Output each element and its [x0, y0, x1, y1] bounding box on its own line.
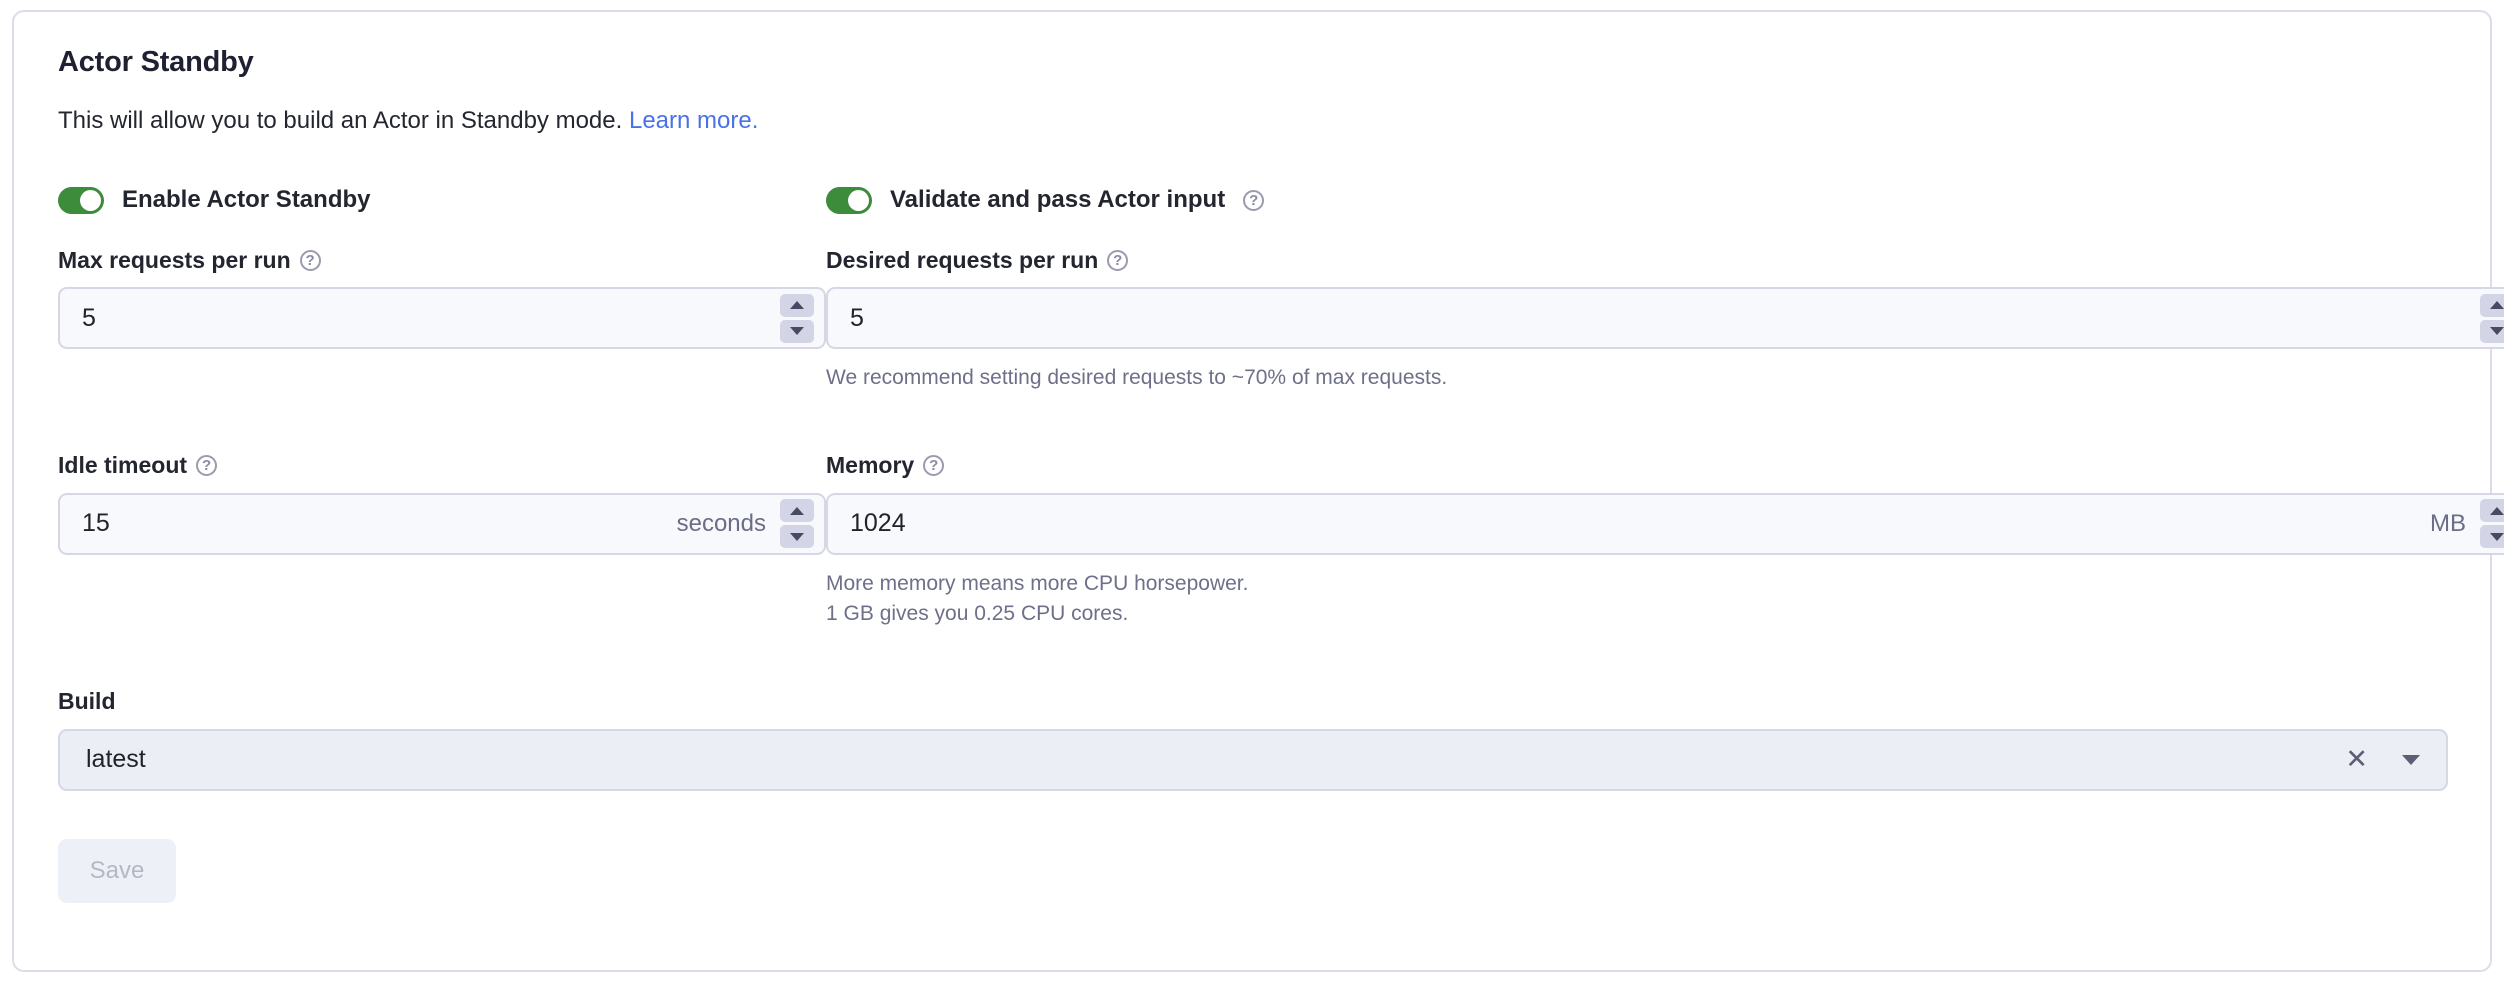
- stepper-down-button[interactable]: [780, 525, 814, 548]
- build-selected-value: latest: [86, 745, 2345, 774]
- triangle-up-icon: [2490, 301, 2504, 309]
- toggle-knob: [80, 190, 101, 211]
- triangle-down-icon: [790, 533, 804, 541]
- memory-helper: More memory means more CPU horsepower. 1…: [826, 569, 2504, 630]
- stepper-down-button[interactable]: [2480, 320, 2504, 343]
- memory-stepper: [2480, 499, 2504, 548]
- max-requests-label-row: Max requests per run ?: [58, 246, 826, 274]
- chevron-down-icon[interactable]: [2402, 755, 2420, 765]
- desired-requests-block: Desired requests per run ? We recommend …: [826, 246, 2504, 393]
- enable-standby-toggle[interactable]: [58, 187, 104, 214]
- desired-requests-label-row: Desired requests per run ?: [826, 246, 2504, 274]
- memory-block: Memory ? MB More memory means more CPU h…: [826, 452, 2504, 630]
- learn-more-link[interactable]: Learn more.: [629, 107, 758, 134]
- validate-input-toggle[interactable]: [826, 187, 872, 214]
- row-spacer: [58, 394, 2448, 452]
- idle-timeout-field[interactable]: seconds: [58, 493, 826, 555]
- idle-timeout-label: Idle timeout: [58, 452, 187, 479]
- card-description: This will allow you to build an Actor in…: [58, 105, 2448, 136]
- build-block: Build latest ✕: [58, 688, 2448, 791]
- help-icon[interactable]: ?: [923, 455, 944, 476]
- page-title: Actor Standby: [58, 46, 2448, 79]
- card-description-text: This will allow you to build an Actor in…: [58, 107, 622, 134]
- triangle-down-icon: [2490, 327, 2504, 335]
- max-requests-block: Max requests per run ?: [58, 246, 826, 349]
- stepper-up-button[interactable]: [780, 294, 814, 317]
- idle-timeout-block: Idle timeout ? seconds: [58, 452, 826, 555]
- triangle-up-icon: [2490, 507, 2504, 515]
- triangle-down-icon: [2490, 533, 2504, 541]
- memory-field[interactable]: MB: [826, 493, 2504, 555]
- stepper-up-button[interactable]: [2480, 294, 2504, 317]
- row-spacer: [58, 630, 2448, 688]
- max-requests-input[interactable]: [82, 304, 780, 333]
- memory-input[interactable]: [850, 509, 2430, 538]
- save-button[interactable]: Save: [58, 839, 176, 903]
- memory-helper-line-1: More memory means more CPU horsepower.: [826, 569, 2504, 599]
- build-label: Build: [58, 688, 116, 715]
- idle-timeout-input[interactable]: [82, 509, 677, 538]
- idle-timeout-unit: seconds: [677, 510, 766, 538]
- desired-requests-input[interactable]: [850, 304, 2480, 333]
- max-requests-label: Max requests per run: [58, 247, 291, 274]
- stepper-down-button[interactable]: [2480, 525, 2504, 548]
- memory-label: Memory: [826, 452, 914, 479]
- max-requests-field[interactable]: [58, 287, 826, 349]
- help-icon[interactable]: ?: [300, 250, 321, 271]
- enable-standby-toggle-row: Enable Actor Standby: [58, 180, 826, 220]
- triangle-up-icon: [790, 507, 804, 515]
- help-icon[interactable]: ?: [1107, 250, 1128, 271]
- help-icon[interactable]: ?: [196, 455, 217, 476]
- build-label-row: Build: [58, 688, 2448, 716]
- requests-row: Max requests per run ? Desired requests …: [58, 246, 2448, 393]
- memory-label-row: Memory ?: [826, 452, 2504, 480]
- idle-timeout-stepper: [780, 499, 814, 548]
- toggles-row: Enable Actor Standby Validate and pass A…: [58, 180, 2448, 246]
- memory-unit: MB: [2430, 510, 2466, 538]
- desired-requests-helper: We recommend setting desired requests to…: [826, 363, 2504, 393]
- triangle-down-icon: [790, 327, 804, 335]
- desired-requests-stepper: [2480, 294, 2504, 343]
- max-requests-stepper: [780, 294, 814, 343]
- triangle-up-icon: [790, 301, 804, 309]
- validate-input-label: Validate and pass Actor input: [890, 186, 1225, 214]
- memory-helper-line-2: 1 GB gives you 0.25 CPU cores.: [826, 599, 2504, 629]
- validate-input-toggle-row: Validate and pass Actor input ?: [826, 180, 2504, 220]
- desired-requests-field[interactable]: [826, 287, 2504, 349]
- close-icon[interactable]: ✕: [2345, 746, 2368, 773]
- help-icon[interactable]: ?: [1243, 190, 1264, 211]
- actor-standby-card: Actor Standby This will allow you to bui…: [12, 10, 2492, 972]
- stepper-up-button[interactable]: [2480, 499, 2504, 522]
- build-select[interactable]: latest ✕: [58, 729, 2448, 791]
- enable-standby-label: Enable Actor Standby: [122, 186, 370, 214]
- timeout-memory-row: Idle timeout ? seconds Memory ?: [58, 452, 2448, 630]
- idle-timeout-label-row: Idle timeout ?: [58, 452, 826, 480]
- stepper-up-button[interactable]: [780, 499, 814, 522]
- toggles-right-pane: Validate and pass Actor input ?: [826, 180, 2504, 246]
- page-root: Actor Standby This will allow you to bui…: [0, 0, 2504, 984]
- stepper-down-button[interactable]: [780, 320, 814, 343]
- desired-requests-label: Desired requests per run: [826, 247, 1098, 274]
- toggle-knob: [848, 190, 869, 211]
- toggles-left-pane: Enable Actor Standby: [58, 180, 826, 246]
